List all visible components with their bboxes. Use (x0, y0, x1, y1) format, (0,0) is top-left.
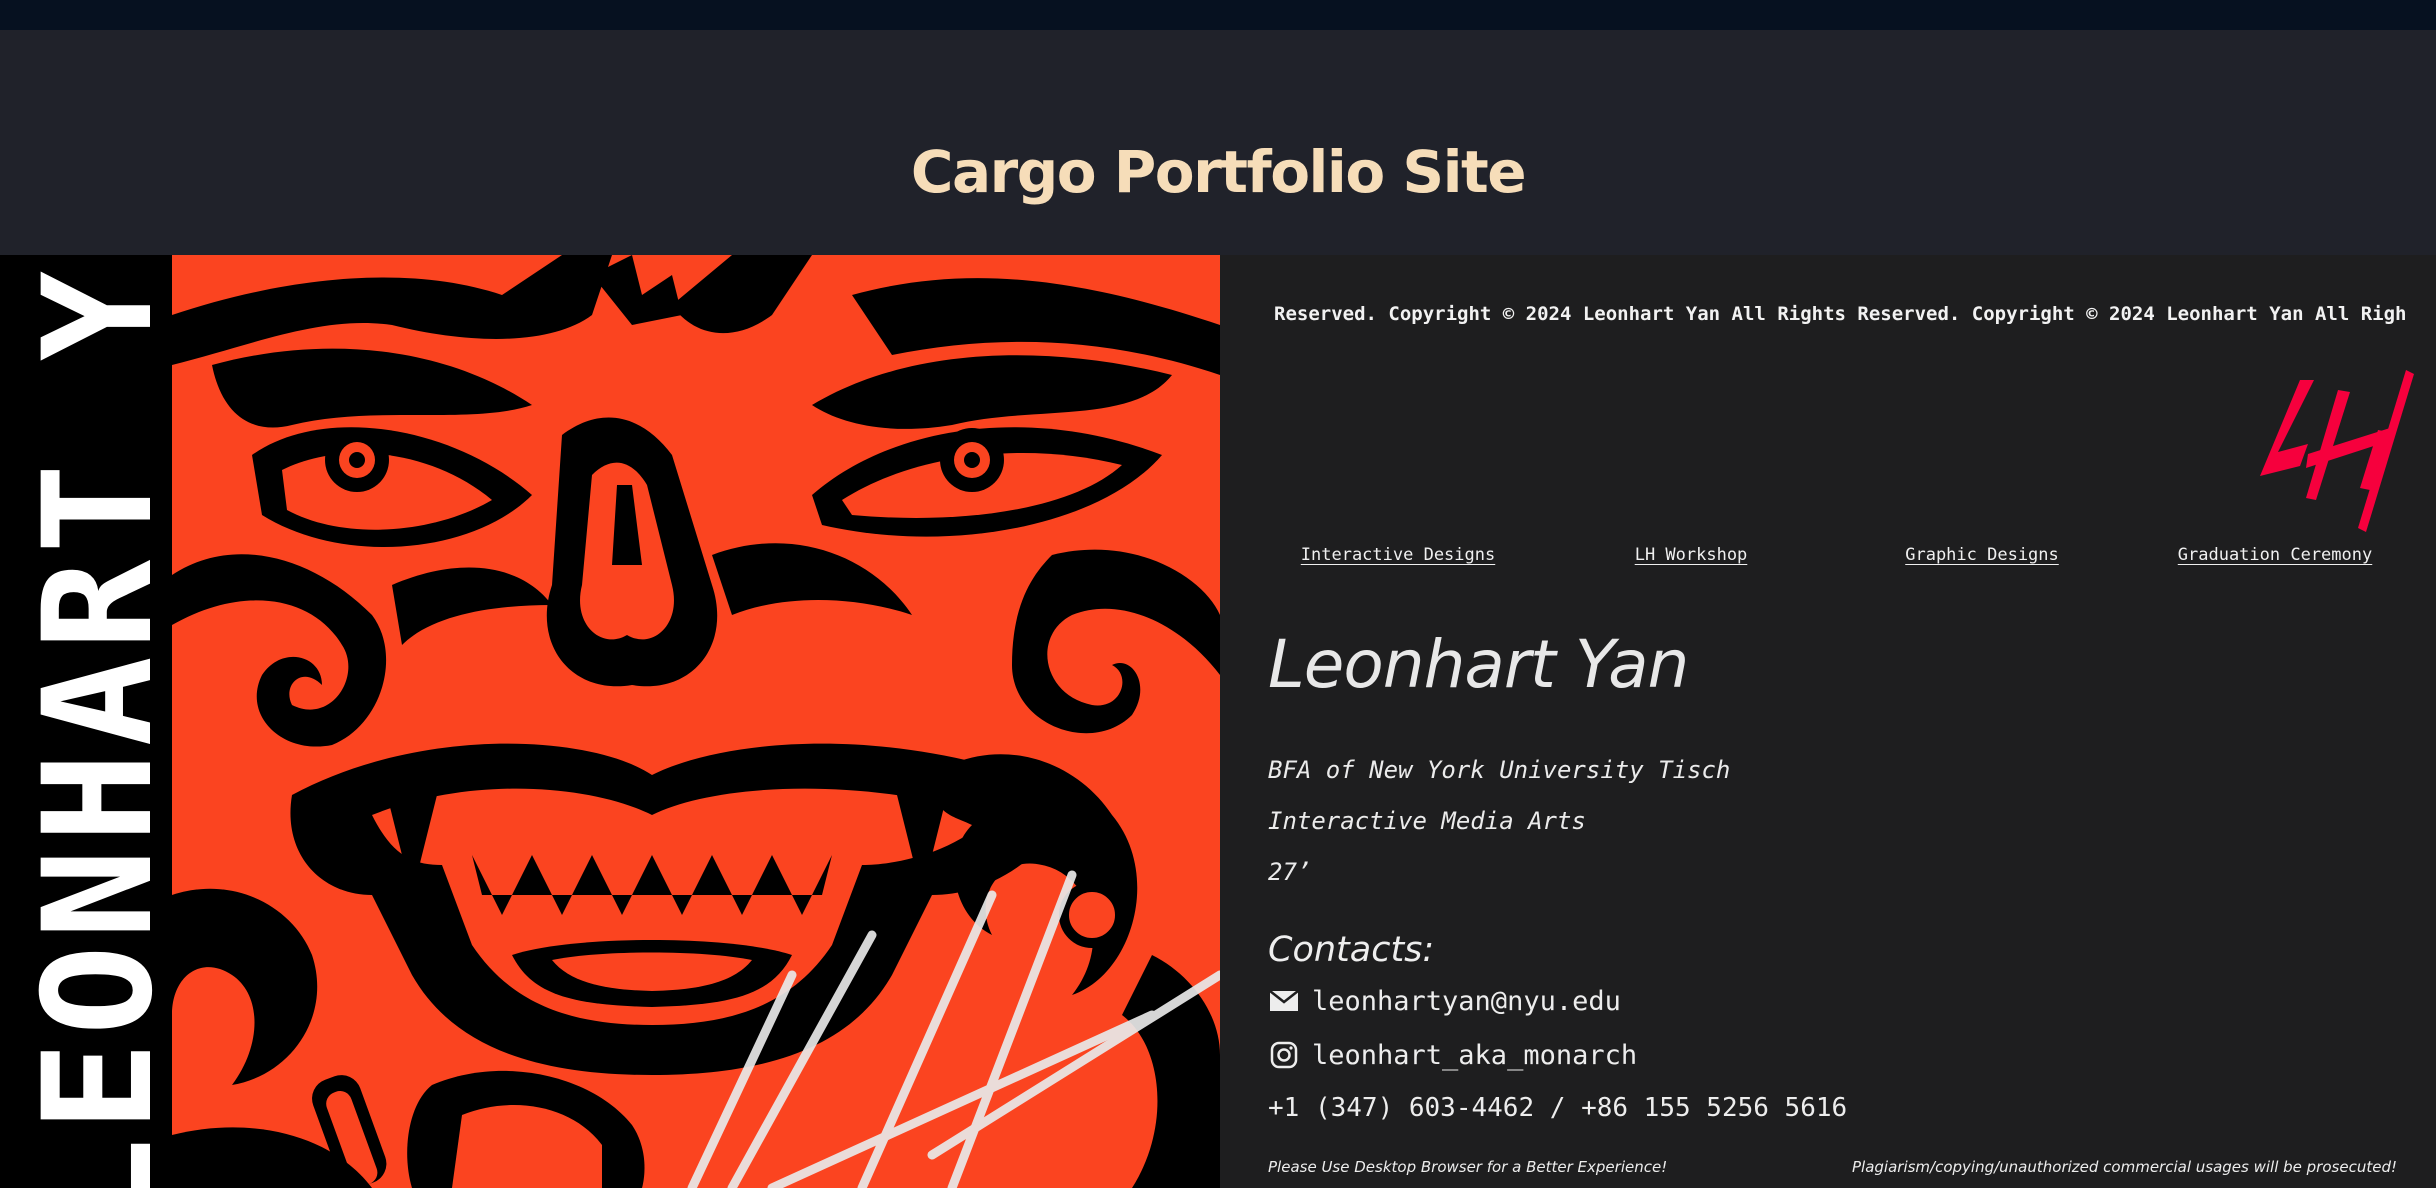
contacts-heading: Contacts: (1268, 930, 1435, 970)
artwork: LEONHART YAN (0, 255, 1220, 1188)
instagram-contact[interactable]: leonhart_aka_monarch (1268, 1035, 1637, 1075)
portfolio-preview: LEONHART YAN Reserved. Copyright © 2024 … (0, 255, 2436, 1188)
copyright-marquee: Reserved. Copyright © 2024 Leonhart Yan … (1274, 303, 2405, 325)
nav-graphic-designs[interactable]: Graphic Designs (1905, 545, 2059, 565)
plagiarism-notice: Plagiarism/copying/unauthorized commerci… (1852, 1158, 2397, 1176)
phone-numbers: +1 (347) 603-4462 / +86 155 5256 5616 (1268, 1093, 1848, 1123)
lh-logo[interactable] (2260, 370, 2414, 535)
strip-letters: LEONHART YAN (12, 255, 172, 1188)
bio: BFA of New York University Tisch Interac… (1268, 745, 1730, 898)
nav-lh-workshop[interactable]: LH Workshop (1635, 545, 1748, 565)
bio-line-degree: BFA of New York University Tisch (1268, 756, 1731, 784)
artwork-text-strip: LEONHART YAN (0, 255, 172, 1188)
bio-line-year: 27’ (1268, 858, 1312, 886)
bio-line-program: Interactive Media Arts (1268, 807, 1586, 835)
envelope-icon (1268, 985, 1300, 1017)
top-bar (0, 0, 2436, 30)
site-nav: Interactive Designs LH Workshop Graphic … (1220, 545, 2436, 575)
desktop-browser-notice: Please Use Desktop Browser for a Better … (1268, 1158, 1668, 1176)
artist-name: Leonhart Yan (1268, 626, 1689, 703)
page-header: Cargo Portfolio Site (0, 30, 2436, 255)
oni-mask-drawing (172, 255, 1220, 1188)
oni-mask-illustration (172, 255, 1220, 1188)
info-panel: Reserved. Copyright © 2024 Leonhart Yan … (1220, 255, 2436, 1188)
nav-graduation-ceremony[interactable]: Graduation Ceremony (2178, 545, 2372, 565)
instagram-handle[interactable]: leonhart_aka_monarch (1312, 1040, 1637, 1071)
lh-logo-icon (2260, 370, 2414, 532)
email-contact[interactable]: leonhartyan@nyu.edu (1268, 981, 1621, 1021)
nav-interactive-designs[interactable]: Interactive Designs (1301, 545, 1495, 565)
page-title: Cargo Portfolio Site (910, 138, 1527, 206)
instagram-icon (1268, 1039, 1300, 1071)
vertical-lettering-graphic: LEONHART YAN (0, 255, 172, 1188)
email-address[interactable]: leonhartyan@nyu.edu (1312, 986, 1621, 1017)
